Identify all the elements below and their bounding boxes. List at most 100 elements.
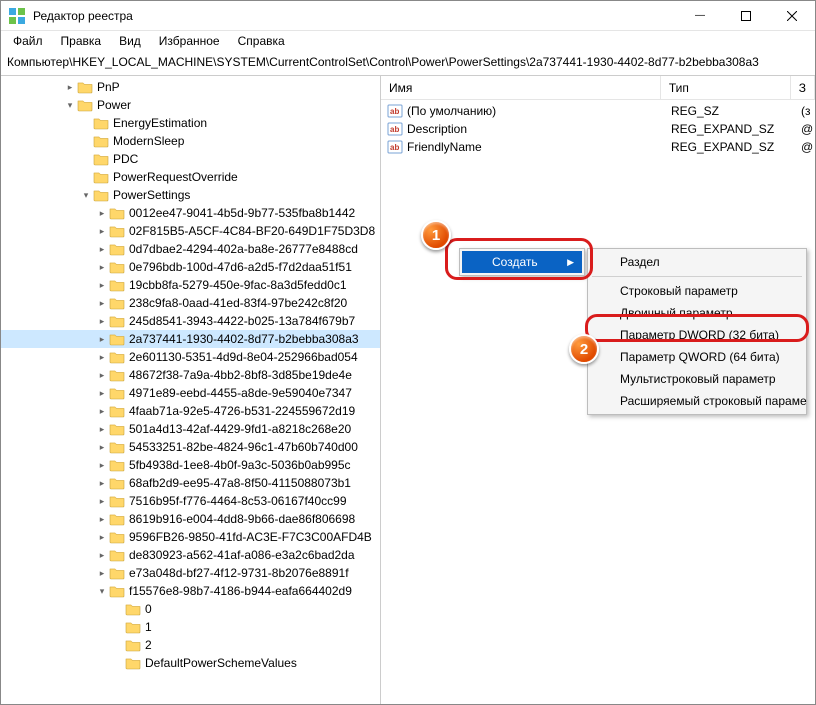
ctx-binary[interactable]: Двоичный параметр [590,302,804,324]
chevron-down-icon[interactable]: ▾ [63,100,77,111]
folder-icon [109,278,125,292]
chevron-down-icon[interactable]: ▾ [95,586,109,597]
folder-icon [109,476,125,490]
col-type[interactable]: Тип [661,76,791,99]
chevron-right-icon[interactable]: ▸ [95,388,109,399]
close-button[interactable] [769,1,815,31]
chevron-right-icon[interactable]: ▸ [95,460,109,471]
chevron-right-icon[interactable]: ▸ [95,532,109,543]
menu-favorites[interactable]: Избранное [151,32,228,50]
context-submenu: Раздел Строковый параметр Двоичный парам… [587,248,807,415]
menu-edit[interactable]: Правка [53,32,110,50]
tree-item[interactable]: 0 [1,600,380,618]
folder-icon [77,98,93,112]
chevron-right-icon[interactable]: ▸ [95,298,109,309]
tree-item[interactable]: ▸0d7dbae2-4294-402a-ba8e-26777e8488cd [1,240,380,258]
address-bar[interactable]: Компьютер\HKEY_LOCAL_MACHINE\SYSTEM\Curr… [1,51,815,75]
chevron-right-icon[interactable]: ▸ [95,208,109,219]
chevron-right-icon[interactable]: ▸ [95,262,109,273]
ctx-expand[interactable]: Расширяемый строковый параме [590,390,804,412]
folder-icon [109,584,125,598]
tree-item[interactable]: ▸8619b916-e004-4dd8-9b66-dae86f806698 [1,510,380,528]
chevron-right-icon[interactable]: ▸ [95,424,109,435]
tree-item-label: 238c9fa8-0aad-41ed-83f4-97be242c8f20 [129,296,347,310]
chevron-right-icon[interactable]: ▸ [95,478,109,489]
badge-1: 1 [421,220,451,250]
tree-scroll[interactable]: ▸PnP▾PowerEnergyEstimationModernSleep PDC… [1,76,380,704]
minimize-button[interactable]: — [677,1,723,31]
tree-item[interactable]: ▸4971e89-eebd-4455-a8de-9e59040e7347 [1,384,380,402]
chevron-right-icon[interactable]: ▸ [95,370,109,381]
chevron-right-icon[interactable]: ▸ [95,514,109,525]
tree-item-label: PDC [113,152,138,166]
tree-item[interactable]: ModernSleep [1,132,380,150]
tree-item[interactable]: ▸7516b95f-f776-4464-8c53-06167f40cc99 [1,492,380,510]
tree-item[interactable]: ▸0012ee47-9041-4b5d-9b77-535fba8b1442 [1,204,380,222]
tree-item[interactable]: ▸501a4d13-42af-4429-9fd1-a8218c268e20 [1,420,380,438]
tree-item[interactable]: 2 [1,636,380,654]
tree-item[interactable]: ▸PnP [1,78,380,96]
list-pane: Имя Тип З (По умолчанию)REG_SZ(зDescript… [381,76,815,704]
tree-item[interactable]: ▸ 238c9fa8-0aad-41ed-83f4-97be242c8f20 [1,294,380,312]
tree-item[interactable]: PDC [1,150,380,168]
folder-icon [109,296,125,310]
folder-icon [109,242,125,256]
list-row[interactable]: (По умолчанию)REG_SZ(з [381,102,815,120]
reg-string-icon [387,139,403,155]
ctx-create[interactable]: Создать ▶ [462,251,582,273]
chevron-right-icon[interactable]: ▸ [95,442,109,453]
menu-file[interactable]: Файл [5,32,51,50]
chevron-right-icon[interactable]: ▸ [95,226,109,237]
tree-item[interactable]: PowerRequestOverride [1,168,380,186]
tree-item[interactable]: ▸19cbb8fa-5279-450e-9fac-8a3d5fedd0c1 [1,276,380,294]
chevron-right-icon[interactable]: ▸ [95,334,109,345]
tree-item[interactable]: ▸2a737441-1930-4402-8d77-b2bebba308a3 [1,330,380,348]
folder-icon [109,386,125,400]
ctx-dword[interactable]: Параметр DWORD (32 бита) [590,324,804,346]
list-row[interactable]: DescriptionREG_EXPAND_SZ@ [381,120,815,138]
tree-item[interactable]: ▸0e796bdb-100d-47d6-a2d5-f7d2daa51f51 [1,258,380,276]
col-name[interactable]: Имя [381,76,661,99]
chevron-down-icon[interactable]: ▾ [79,190,93,201]
maximize-button[interactable] [723,1,769,31]
tree-item[interactable]: ▸68afb2d9-ee95-47a8-8f50-4115088073b1 [1,474,380,492]
chevron-right-icon[interactable]: ▸ [95,496,109,507]
chevron-right-icon[interactable]: ▸ [95,244,109,255]
tree-item[interactable]: DefaultPowerSchemeValues [1,654,380,672]
tree-item[interactable]: ▸e73a048d-bf27-4f12-9731-8b2076e8891f [1,564,380,582]
col-data[interactable]: З [791,76,815,99]
tree-item[interactable]: ▸2e601130-5351-4d9d-8e04-252966bad054 [1,348,380,366]
chevron-right-icon[interactable]: ▸ [63,82,77,93]
tree-item[interactable]: ▾PowerSettings [1,186,380,204]
chevron-right-icon[interactable]: ▸ [95,568,109,579]
chevron-right-icon[interactable]: ▸ [95,280,109,291]
ctx-string[interactable]: Строковый параметр [590,280,804,302]
value-name: (По умолчанию) [407,104,663,118]
tree-item[interactable]: ▸ 54533251-82be-4824-96c1-47b60b740d00 [1,438,380,456]
tree-item[interactable]: ▾f15576e8-98b7-4186-b944-eafa664402d9 [1,582,380,600]
tree-item[interactable]: ▾Power [1,96,380,114]
chevron-right-icon[interactable]: ▸ [95,406,109,417]
folder-icon [93,188,109,202]
ctx-multi[interactable]: Мультистроковый параметр [590,368,804,390]
menu-help[interactable]: Справка [230,32,293,50]
tree-item[interactable]: ▸4faab71a-92e5-4726-b531-224559672d19 [1,402,380,420]
tree-item[interactable]: ▸9596FB26-9850-41fd-AC3E-F7C3C00AFD4B [1,528,380,546]
folder-icon [125,602,141,616]
chevron-right-icon[interactable]: ▸ [95,316,109,327]
ctx-section[interactable]: Раздел [590,251,804,273]
chevron-right-icon[interactable]: ▸ [95,352,109,363]
folder-icon [109,350,125,364]
tree-item[interactable]: ▸48672f38-7a9a-4bb2-8bf8-3d85be19de4e [1,366,380,384]
tree-item[interactable]: ▸5fb4938d-1ee8-4b0f-9a3c-5036b0ab995c [1,456,380,474]
tree-item[interactable]: EnergyEstimation [1,114,380,132]
list-row[interactable]: FriendlyNameREG_EXPAND_SZ@ [381,138,815,156]
menu-view[interactable]: Вид [111,32,149,50]
tree-item[interactable]: ▸02F815B5-A5CF-4C84-BF20-649D1F75D3D8 [1,222,380,240]
chevron-right-icon[interactable]: ▸ [95,550,109,561]
tree-item[interactable]: ▸245d8541-3943-4422-b025-13a784f679b7 [1,312,380,330]
tree-item[interactable]: 1 [1,618,380,636]
ctx-qword[interactable]: Параметр QWORD (64 бита) [590,346,804,368]
tree-item[interactable]: ▸de830923-a562-41af-a086-e3a2c6bad2da [1,546,380,564]
tree-item-label: 54533251-82be-4824-96c1-47b60b740d00 [129,440,358,454]
